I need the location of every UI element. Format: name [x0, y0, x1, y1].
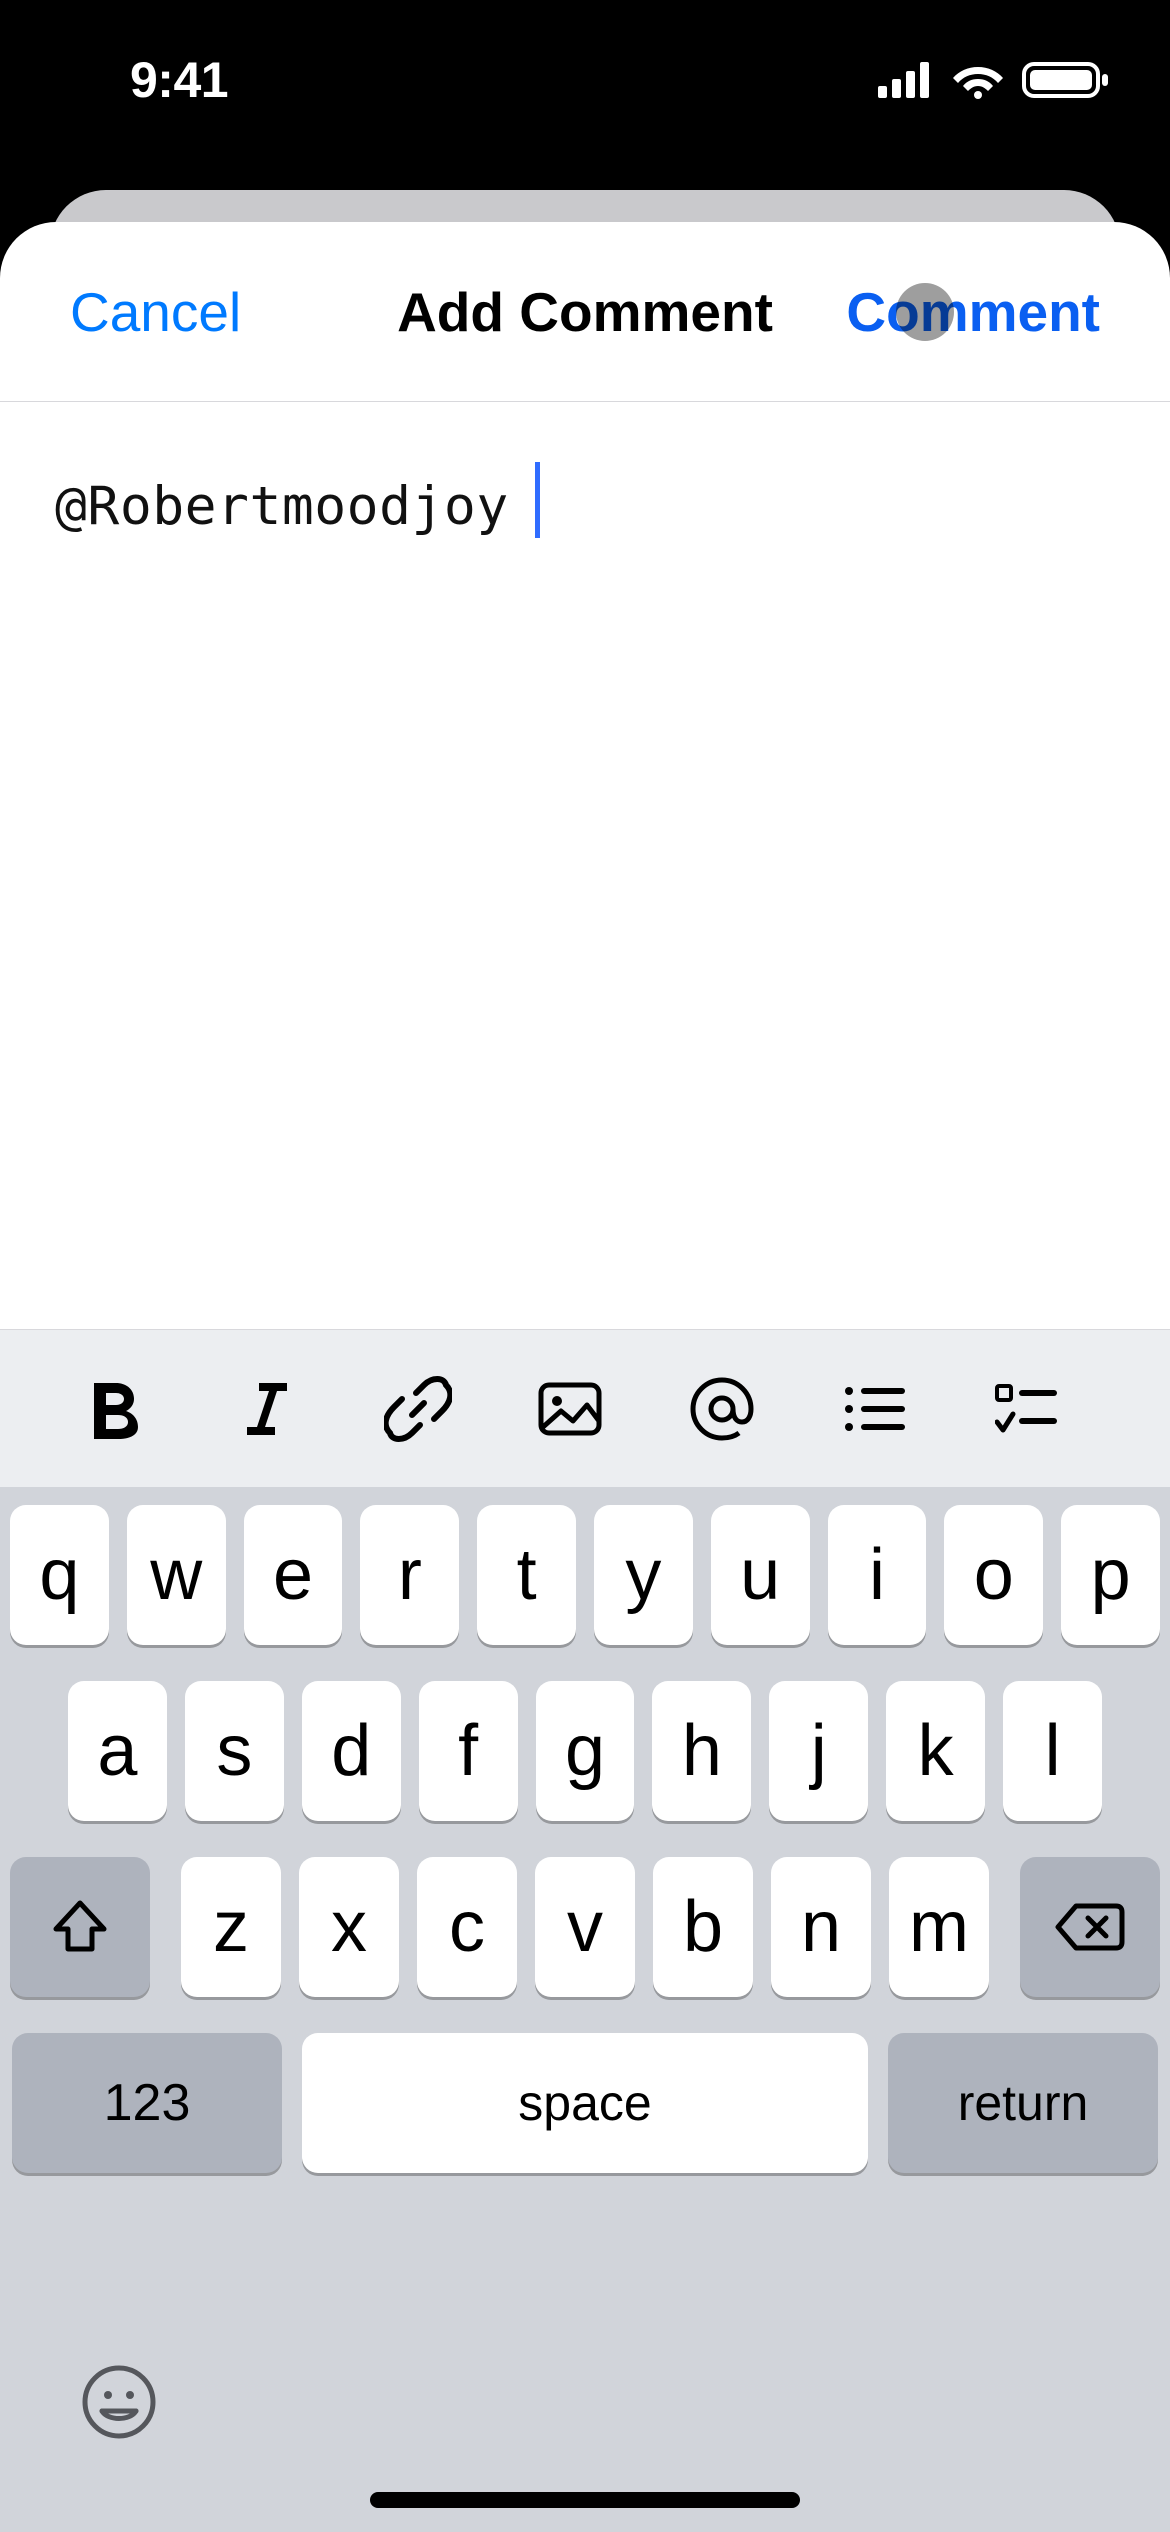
key-m[interactable]: m [889, 1857, 989, 1997]
wifi-icon [952, 61, 1004, 99]
key-d[interactable]: d [302, 1681, 401, 1821]
key-v[interactable]: v [535, 1857, 635, 1997]
italic-icon [241, 1379, 291, 1439]
key-n[interactable]: n [771, 1857, 871, 1997]
key-i[interactable]: i [828, 1505, 927, 1645]
mention-icon [689, 1376, 755, 1442]
key-w[interactable]: w [127, 1505, 226, 1645]
emoji-key[interactable] [80, 2363, 158, 2441]
space-key[interactable]: space [302, 2033, 868, 2173]
cancel-button[interactable]: Cancel [70, 280, 241, 344]
link-button[interactable] [342, 1330, 494, 1487]
format-toolbar [0, 1329, 1170, 1487]
image-icon [537, 1381, 603, 1437]
status-bar: 9:41 [0, 0, 1170, 140]
key-c[interactable]: c [417, 1857, 517, 1997]
key-l[interactable]: l [1003, 1681, 1102, 1821]
editor-content: @Robertmoodjoy [55, 476, 509, 537]
home-indicator [370, 2492, 800, 2508]
italic-button[interactable] [190, 1330, 342, 1487]
numbers-key[interactable]: 123 [12, 2033, 282, 2173]
key-t[interactable]: t [477, 1505, 576, 1645]
comment-editor[interactable]: @Robertmoodjoy [0, 402, 1170, 1329]
bullet-list-button[interactable] [798, 1330, 950, 1487]
key-s[interactable]: s [185, 1681, 284, 1821]
text-cursor [535, 462, 540, 538]
key-h[interactable]: h [652, 1681, 751, 1821]
keyboard: qwertyuiop asdfghjkl zxcvbnm [0, 1487, 1170, 2532]
key-k[interactable]: k [886, 1681, 985, 1821]
battery-icon [1022, 60, 1110, 100]
key-g[interactable]: g [536, 1681, 635, 1821]
key-o[interactable]: o [944, 1505, 1043, 1645]
add-comment-sheet: Cancel Add Comment Comment @Robertmoodjo… [0, 222, 1170, 2532]
key-u[interactable]: u [711, 1505, 810, 1645]
backspace-key[interactable] [1020, 1857, 1160, 1997]
backspace-icon [1054, 1902, 1126, 1952]
key-z[interactable]: z [181, 1857, 281, 1997]
key-y[interactable]: y [594, 1505, 693, 1645]
key-j[interactable]: j [769, 1681, 868, 1821]
key-x[interactable]: x [299, 1857, 399, 1997]
return-key[interactable]: return [888, 2033, 1158, 2173]
comment-button[interactable]: Comment [846, 280, 1100, 344]
bold-icon [86, 1377, 142, 1441]
key-q[interactable]: q [10, 1505, 109, 1645]
mention-button[interactable] [646, 1330, 798, 1487]
image-button[interactable] [494, 1330, 646, 1487]
key-e[interactable]: e [244, 1505, 343, 1645]
key-b[interactable]: b [653, 1857, 753, 1997]
shift-icon [50, 1899, 110, 1955]
shift-key[interactable] [10, 1857, 150, 1997]
nav-bar: Cancel Add Comment Comment [0, 222, 1170, 402]
checklist-icon [995, 1384, 1057, 1434]
key-f[interactable]: f [419, 1681, 518, 1821]
key-a[interactable]: a [68, 1681, 167, 1821]
key-p[interactable]: p [1061, 1505, 1160, 1645]
status-time: 9:41 [130, 51, 228, 109]
key-r[interactable]: r [360, 1505, 459, 1645]
checklist-button[interactable] [950, 1330, 1102, 1487]
bold-button[interactable] [38, 1330, 190, 1487]
cellular-icon [878, 62, 934, 98]
link-icon [384, 1375, 452, 1443]
bullet-list-icon [843, 1384, 905, 1434]
